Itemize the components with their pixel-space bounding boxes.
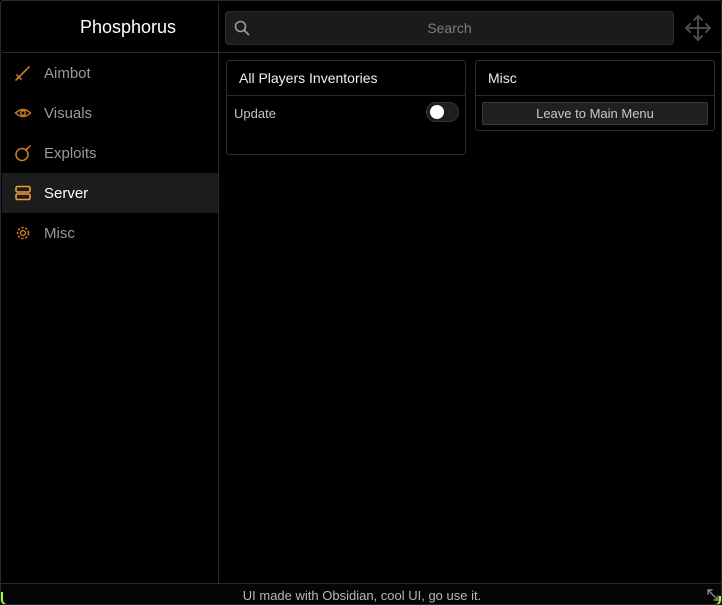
- sidebar-item-label: Exploits: [44, 144, 97, 162]
- app-window: Phosphorus Search Aimbot Visuals Exploit…: [0, 0, 722, 605]
- misc-panel: Misc Leave to Main Menu: [475, 60, 715, 131]
- sword-icon: [14, 64, 32, 82]
- search-input[interactable]: [226, 12, 673, 44]
- sidebar-item-exploits[interactable]: Exploits: [2, 133, 218, 173]
- update-row: Update: [227, 96, 465, 130]
- search-icon: [234, 20, 250, 36]
- sidebar-item-label: Server: [44, 184, 89, 202]
- sidebar-item-visuals[interactable]: Visuals: [2, 93, 218, 133]
- leave-to-main-menu-button[interactable]: Leave to Main Menu: [482, 102, 708, 125]
- sidebar-item-label: Misc: [44, 224, 75, 242]
- sidebar-item-label: Aimbot: [44, 64, 91, 82]
- app-title: Phosphorus: [79, 16, 177, 37]
- sidebar-item-aimbot[interactable]: Aimbot: [2, 53, 218, 93]
- toggle-knob: [430, 105, 444, 119]
- sidebar-item-misc[interactable]: Misc: [2, 213, 218, 253]
- update-label: Update: [234, 105, 276, 121]
- sidebar-item-server[interactable]: Server: [2, 173, 218, 213]
- gear-icon: [14, 224, 32, 242]
- panel-title: All Players Inventories: [227, 61, 465, 96]
- players-inventories-panel: All Players Inventories Update: [226, 60, 466, 155]
- update-toggle[interactable]: [426, 102, 459, 122]
- eye-icon: [14, 104, 32, 122]
- footer: UI made with Obsidian, cool UI, go use i…: [1, 583, 721, 604]
- footer-text: UI made with Obsidian, cool UI, go use i…: [242, 587, 482, 603]
- sidebar-item-label: Visuals: [44, 104, 93, 122]
- sidebar: Aimbot Visuals Exploits Server Misc: [2, 53, 218, 253]
- server-icon: [14, 184, 32, 202]
- search-box[interactable]: [225, 11, 674, 45]
- panel-title: Misc: [476, 61, 714, 96]
- move-icon[interactable]: [683, 13, 713, 43]
- corner-accent: [1, 592, 11, 604]
- sidebar-divider: [218, 2, 219, 583]
- bomb-icon: [14, 144, 32, 162]
